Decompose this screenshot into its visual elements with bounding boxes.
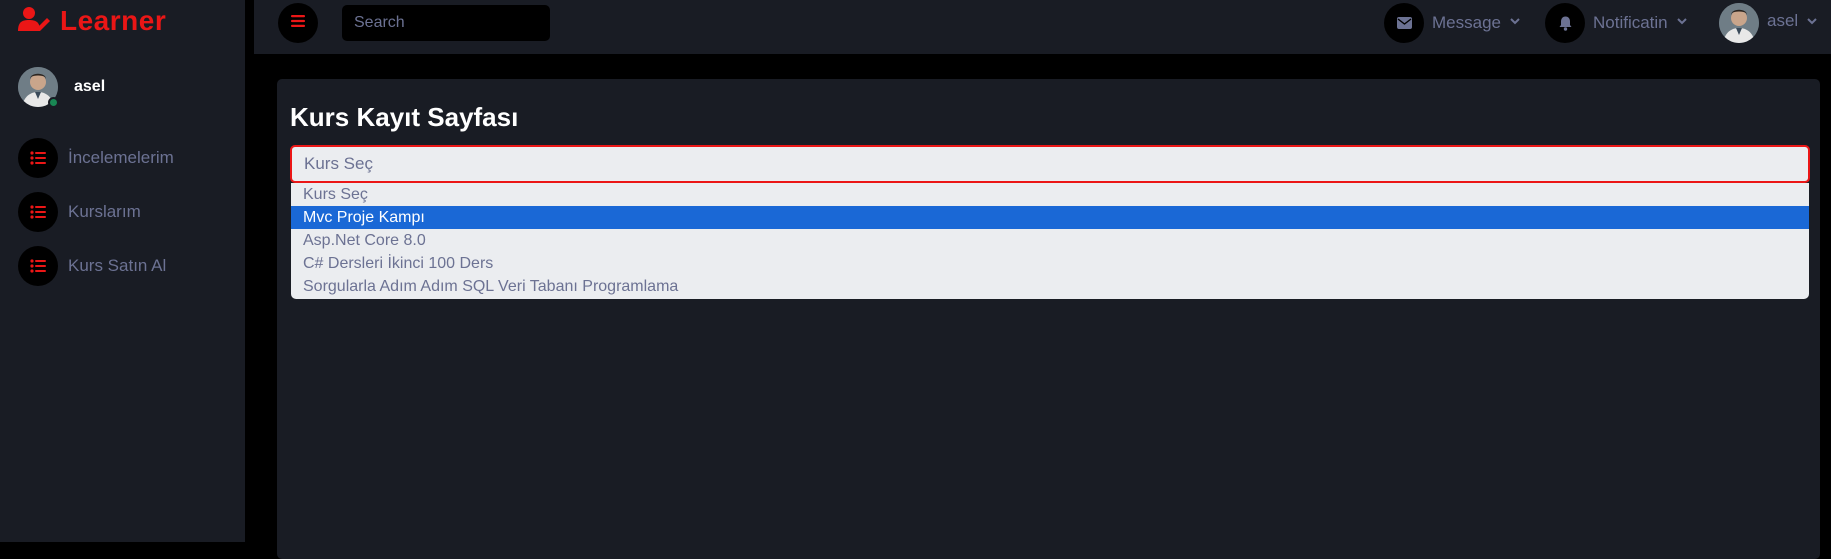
sidebar: Learner asel İncelemelerim Kurslarım Kur…	[0, 0, 245, 542]
user-edit-icon	[18, 6, 50, 37]
chevron-down-icon	[1509, 14, 1521, 32]
sidebar-item-kurslarim[interactable]: Kurslarım	[18, 192, 141, 232]
user-dropdown[interactable]: asel	[1719, 3, 1818, 43]
sidebar-item-incelemelerim[interactable]: İncelemelerim	[18, 138, 174, 178]
course-select[interactable]: Kurs Seç	[290, 145, 1810, 183]
brand-name: Learner	[60, 5, 167, 36]
notification-label: Notificatin	[1593, 13, 1668, 32]
message-dropdown[interactable]: Message	[1384, 3, 1521, 43]
course-option[interactable]: C# Dersleri İkinci 100 Ders	[291, 252, 1809, 275]
notification-dropdown[interactable]: Notificatin	[1545, 3, 1688, 43]
user-label: asel	[1767, 11, 1799, 30]
sidebar-item-label: Kurs Satın Al	[68, 256, 167, 275]
brand-logo[interactable]: Learner	[18, 3, 166, 39]
message-label: Message	[1432, 13, 1501, 32]
course-option[interactable]: Asp.Net Core 8.0	[291, 229, 1809, 252]
sidebar-user: asel	[18, 67, 106, 108]
chevron-down-icon	[1676, 14, 1688, 32]
envelope-icon	[1384, 3, 1424, 43]
avatar	[18, 67, 59, 108]
page-title: Kurs Kayıt Sayfası	[290, 102, 519, 132]
course-select-value: Kurs Seç	[304, 154, 373, 173]
sidebar-item-label: İncelemelerim	[68, 148, 174, 167]
list-icon	[18, 192, 58, 232]
topbar: Message Notificatin asel	[254, 0, 1831, 54]
search-input[interactable]	[342, 5, 550, 41]
avatar	[1719, 3, 1759, 43]
chevron-down-icon	[1806, 14, 1818, 32]
sidebar-user-name: asel	[74, 78, 106, 95]
sidebar-toggle-button[interactable]	[278, 3, 318, 43]
course-select-dropdown: Kurs Seç Mvc Proje Kampı Asp.Net Core 8.…	[291, 183, 1809, 299]
sidebar-item-kurs-satin-al[interactable]: Kurs Satın Al	[18, 246, 166, 286]
list-icon	[18, 138, 58, 178]
content-panel: Kurs Kayıt Sayfası Kurs Seç Kurs Seç Mvc…	[277, 79, 1820, 559]
course-option[interactable]: Sorgularla Adım Adım SQL Veri Tabanı Pro…	[291, 275, 1809, 298]
online-status-dot	[48, 97, 59, 108]
bell-icon	[1545, 3, 1585, 43]
course-option[interactable]: Mvc Proje Kampı	[291, 206, 1809, 229]
sidebar-item-label: Kurslarım	[68, 202, 141, 221]
course-option[interactable]: Kurs Seç	[291, 183, 1809, 206]
list-icon	[18, 246, 58, 286]
bars-icon	[291, 14, 305, 32]
